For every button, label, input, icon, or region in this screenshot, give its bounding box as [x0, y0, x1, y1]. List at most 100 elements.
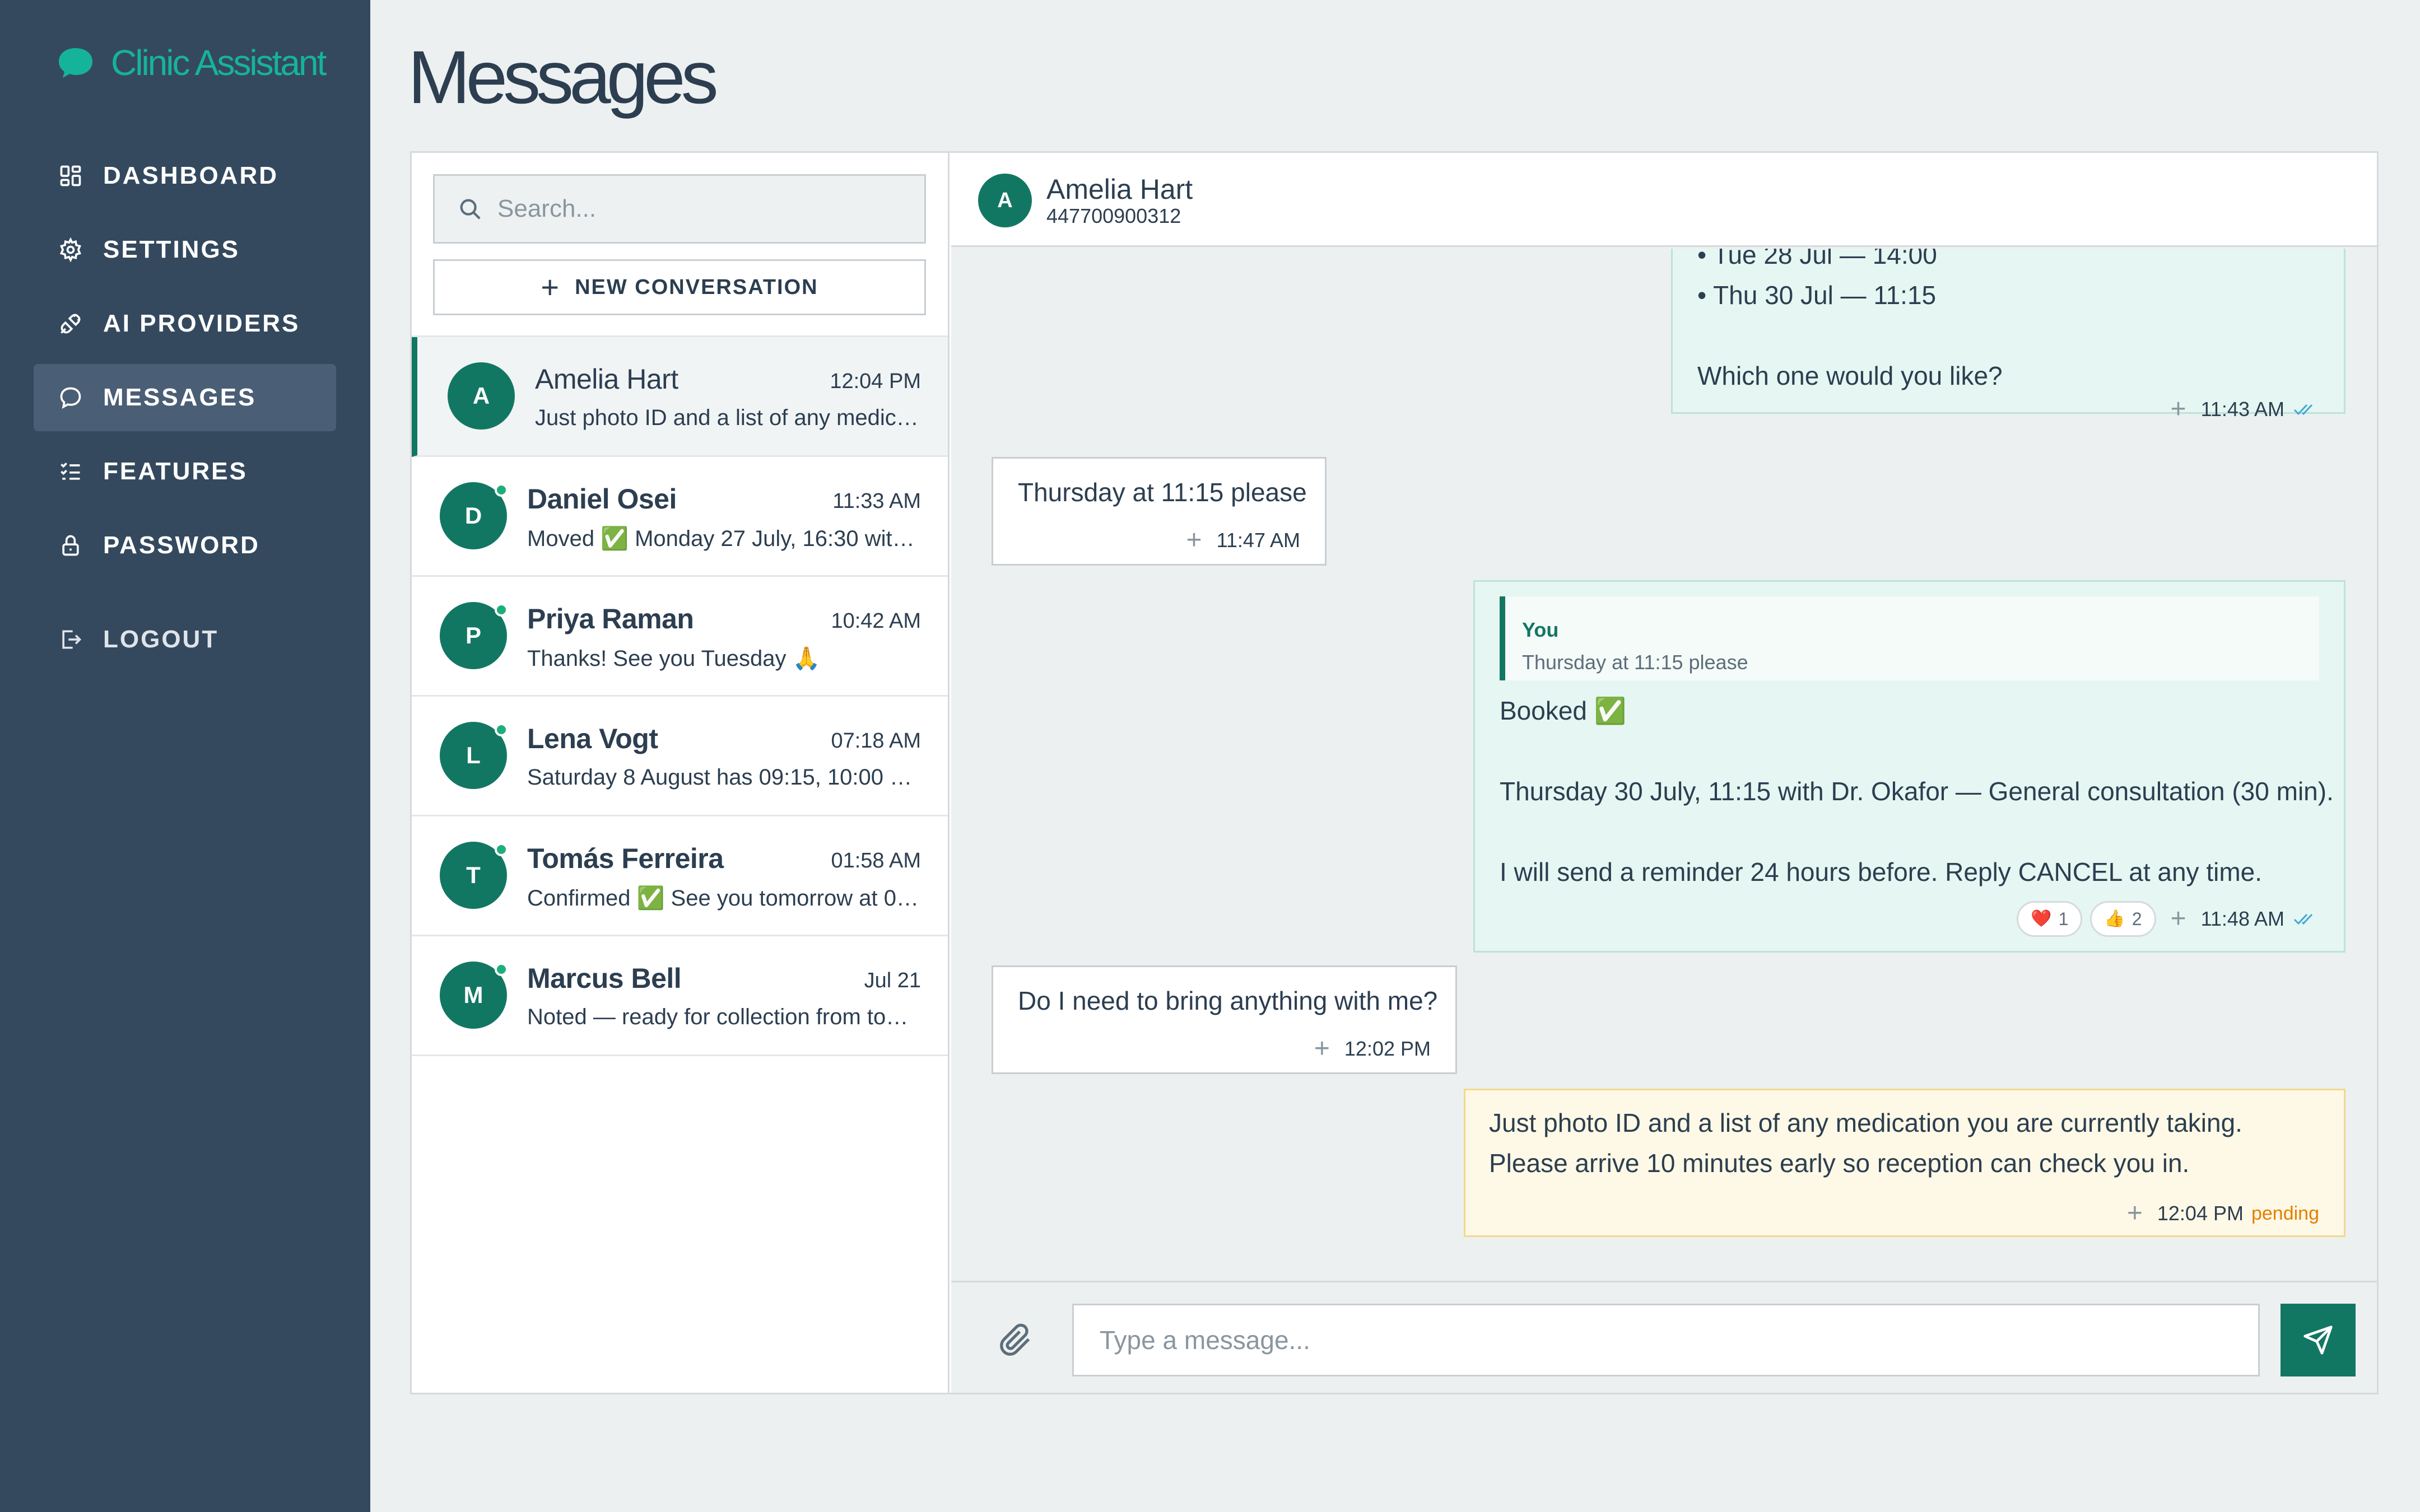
brand[interactable]: Clinic Assistant [57, 42, 327, 83]
conversation-preview: Moved ✅ Monday 27 July, 16:30 with Dr. O… [527, 526, 923, 551]
brand-name: Clinic Assistant [111, 43, 327, 83]
chat-bubble-logo-icon [59, 48, 92, 78]
incoming-message[interactable]: Thursday at 11:15 please + 11:47 AM [992, 457, 1327, 566]
conversation-item[interactable]: D Daniel Osei 11:33 AM Moved ✅ Monday 27… [412, 457, 948, 577]
message-line: Just photo ID and a list of any medicati… [1489, 1108, 2242, 1137]
nav-item-messages[interactable]: MESSAGES [34, 364, 336, 431]
message-line: Thursday at 11:15 please [1018, 478, 1307, 507]
nav-label: SETTINGS [103, 236, 240, 263]
conversation-name: Priya Raman [527, 603, 694, 634]
add-reaction-icon[interactable]: + [2171, 906, 2186, 932]
messages-panel: + NEW CONVERSATION A Amelia Hart 12:04 P… [410, 151, 2379, 1394]
nav-item-ai-providers[interactable]: AI PROVIDERS [34, 290, 336, 357]
nav-item-features[interactable]: FEATURES [34, 438, 336, 505]
message-line: • Thu 30 Jul — 11:15 [1697, 281, 1937, 310]
message-line: Please arrive 10 minutes early so recept… [1489, 1149, 2190, 1178]
nav-label: AI PROVIDERS [103, 310, 300, 337]
conversation-item[interactable]: T Tomás Ferreira 01:58 AM Confirmed ✅ Se… [412, 816, 948, 936]
reaction-thumbs-up[interactable]: 👍 2 [2090, 901, 2156, 937]
read-receipt-icon [2293, 913, 2313, 925]
search-input[interactable] [497, 195, 923, 223]
chat-panel: A Amelia Hart 447700900312 • Tue 28 Jul … [951, 153, 2377, 1393]
new-conversation-label: NEW CONVERSATION [575, 275, 818, 299]
conversation-name: Daniel Osei [527, 483, 677, 515]
online-indicator [495, 603, 508, 617]
conversation-item[interactable]: A Amelia Hart 12:04 PM Just photo ID and… [412, 337, 948, 457]
logout-icon [58, 627, 83, 652]
avatar: P [440, 602, 508, 669]
main-nav: DASHBOARD SETTINGS AI PROVIDERS MESSAGES… [34, 142, 336, 680]
conversation-preview: Noted — ready for collection from tomorr… [527, 1005, 923, 1029]
conversation-name: Marcus Bell [527, 963, 682, 994]
conversation-item[interactable]: P Priya Raman 10:42 AM Thanks! See you T… [412, 577, 948, 697]
lock-icon [58, 533, 83, 558]
message-line: I will send a reminder 24 hours before. … [1500, 857, 2263, 886]
message-thread[interactable]: • Tue 28 Jul — 14:00 • Thu 30 Jul — 11:1… [951, 249, 2377, 1284]
page-title: Messages [408, 36, 719, 119]
add-reaction-icon[interactable]: + [2127, 1200, 2143, 1227]
outgoing-message[interactable]: • Tue 28 Jul — 14:00 • Thu 30 Jul — 11:1… [1671, 249, 2345, 423]
message-meta: + 12:02 PM [1314, 1029, 1431, 1069]
attach-button[interactable] [996, 1320, 1035, 1360]
paperclip-icon [1000, 1323, 1030, 1356]
conversation-list-panel: + NEW CONVERSATION A Amelia Hart 12:04 P… [412, 153, 950, 1393]
avatar: D [440, 482, 508, 549]
nav-item-settings[interactable]: SETTINGS [34, 216, 336, 283]
incoming-message[interactable]: Do I need to bring anything with me? + 1… [992, 965, 1457, 1074]
message-composer [951, 1281, 2377, 1393]
message-meta: + 11:43 AM [2171, 389, 2319, 430]
online-indicator [495, 723, 508, 736]
conversation-item[interactable]: L Lena Vogt 07:18 AM Saturday 8 August h… [412, 697, 948, 816]
avatar: A [448, 362, 515, 430]
quote-text: Thursday at 11:15 please [1522, 651, 1748, 674]
message-time: 11:48 AM [2200, 907, 2284, 930]
message-time: 12:02 PM [1344, 1037, 1431, 1060]
search-icon [460, 199, 481, 220]
nav-label: LOGOUT [103, 626, 219, 653]
nav-label: DASHBOARD [103, 162, 278, 189]
pending-status: pending [2251, 1203, 2319, 1224]
add-reaction-icon[interactable]: + [1314, 1035, 1330, 1062]
message-input[interactable] [1072, 1304, 2260, 1376]
online-indicator [495, 963, 508, 976]
plug-icon [58, 311, 83, 336]
search-box[interactable] [433, 174, 926, 244]
avatar: A [978, 174, 1032, 227]
conversation-item[interactable]: M Marcus Bell Jul 21 Noted — ready for c… [412, 936, 948, 1056]
message-time: 11:43 AM [2200, 398, 2284, 421]
conversation-name: Amelia Hart [535, 363, 678, 395]
reaction-heart[interactable]: ❤️ 1 [2017, 901, 2083, 937]
nav-label: MESSAGES [103, 384, 257, 411]
conversation-list: A Amelia Hart 12:04 PM Just photo ID and… [412, 335, 948, 1056]
avatar: T [440, 842, 508, 909]
send-button[interactable] [2281, 1304, 2356, 1376]
message-meta: ❤️ 1 👍 2 + 11:48 AM [2017, 899, 2319, 939]
checklist-icon [58, 459, 83, 484]
pending-message[interactable]: Just photo ID and a list of any medicati… [1464, 1089, 2345, 1237]
message-meta: + 12:04 PM pending [2127, 1193, 2319, 1234]
nav-item-password[interactable]: PASSWORD [34, 512, 336, 579]
new-conversation-button[interactable]: + NEW CONVERSATION [433, 259, 926, 315]
contact-phone: 447700900312 [1046, 204, 1181, 227]
message-time: 11:47 AM [1216, 529, 1300, 552]
conversation-preview: Just photo ID and a list of any medicati… [535, 405, 928, 430]
avatar: M [440, 962, 508, 1029]
gear-icon [58, 237, 83, 262]
quoted-reply[interactable]: You Thursday at 11:15 please [1500, 596, 2319, 680]
message-line: Thursday 30 July, 11:15 with Dr. Okafor … [1500, 777, 2334, 806]
outgoing-message[interactable]: You Thursday at 11:15 please Booked ✅ Th… [1473, 580, 2345, 953]
avatar: L [440, 722, 508, 789]
nav-item-logout[interactable]: LOGOUT [34, 606, 336, 673]
online-indicator [495, 483, 508, 497]
conversation-preview: Confirmed ✅ See you tomorrow at 09:30 [527, 886, 923, 911]
chat-header: A Amelia Hart 447700900312 [951, 153, 2377, 247]
nav-label: FEATURES [103, 458, 248, 485]
conversation-time: 11:33 AM [832, 489, 921, 513]
add-reaction-icon[interactable]: + [1186, 527, 1202, 554]
add-reaction-icon[interactable]: + [2171, 396, 2186, 423]
sidebar: Clinic Assistant DASHBOARD SETTINGS AI P… [0, 0, 370, 1512]
nav-item-dashboard[interactable]: DASHBOARD [34, 142, 336, 209]
conversation-time: 12:04 PM [830, 370, 921, 393]
message-time: 12:04 PM [2157, 1202, 2244, 1225]
conversation-time: 10:42 AM [831, 609, 921, 633]
